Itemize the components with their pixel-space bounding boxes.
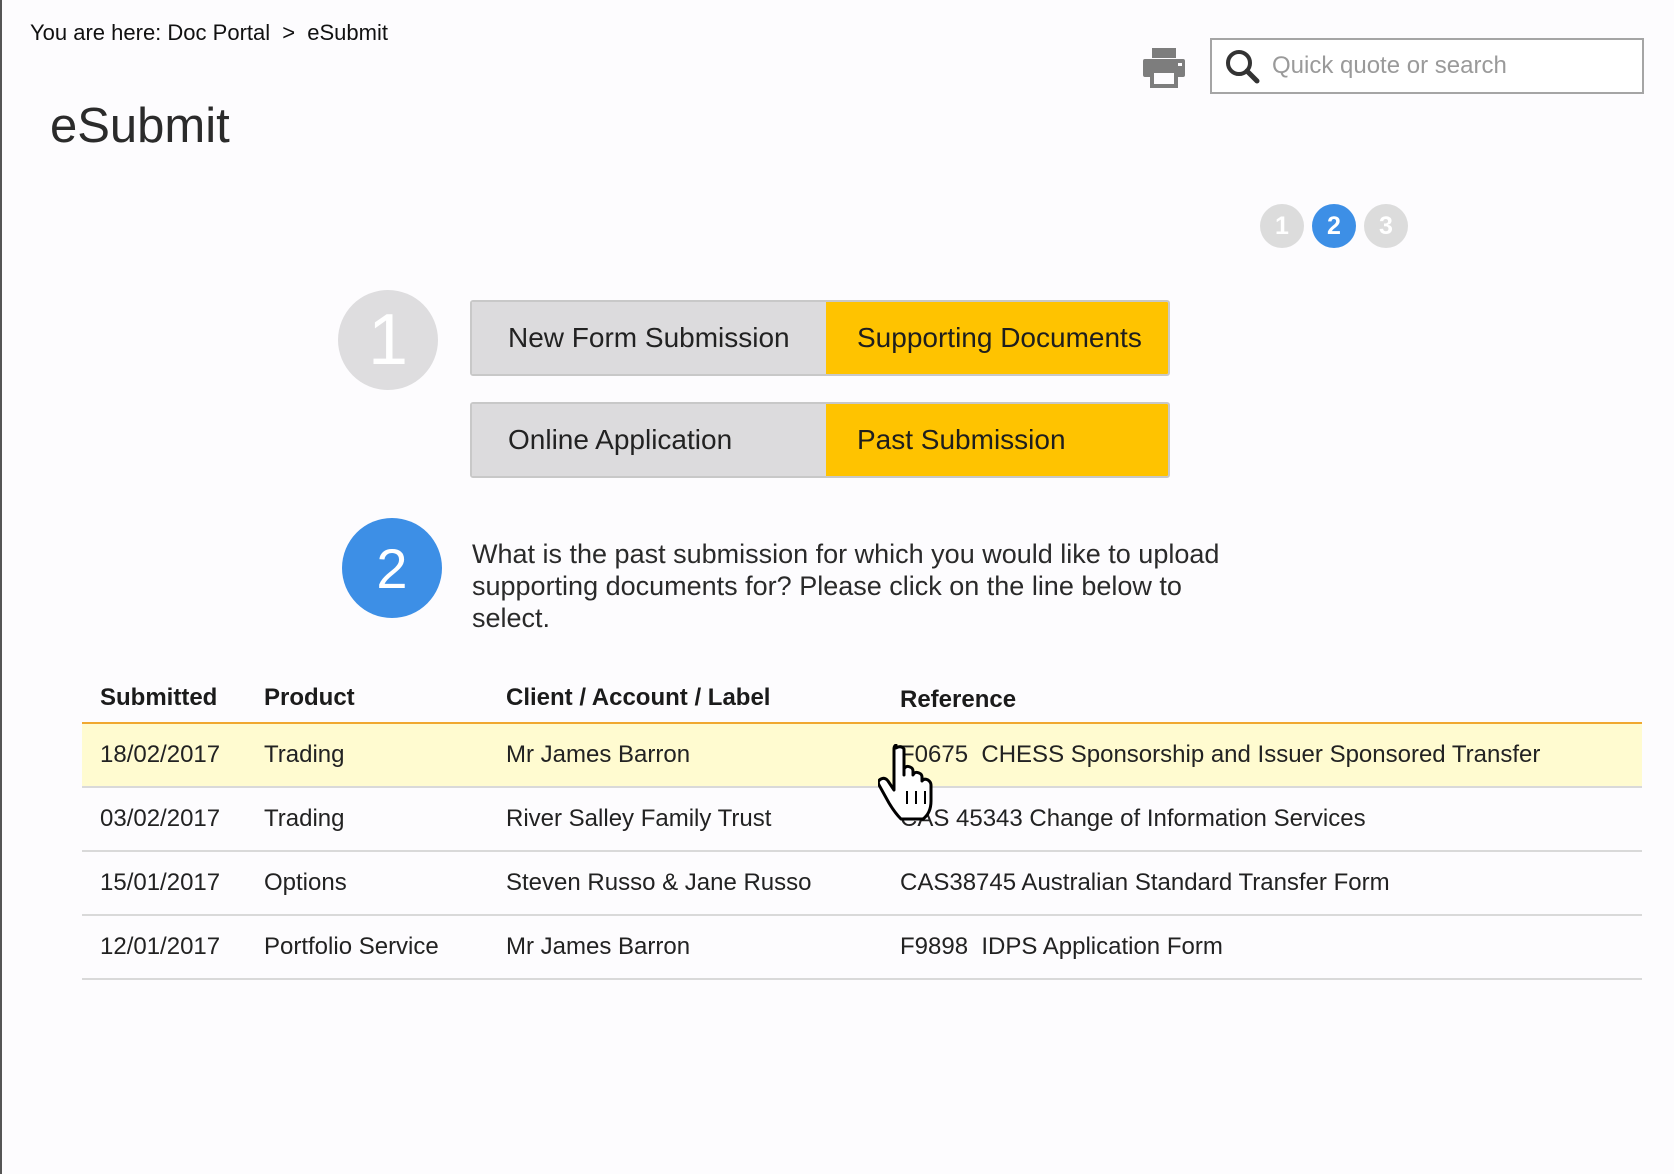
table-row[interactable]: 15/01/2017 Options Steven Russo & Jane R… (82, 852, 1642, 916)
table-row[interactable]: 12/01/2017 Portfolio Service Mr James Ba… (82, 916, 1642, 980)
cell-submitted: 18/02/2017 (100, 741, 221, 768)
cell-client: Steven Russo & Jane Russo (506, 869, 812, 896)
step-dot-3[interactable]: 3 (1364, 204, 1408, 248)
step-dot-2[interactable]: 2 (1312, 204, 1356, 248)
cell-client: Mr James Barron (506, 933, 691, 960)
header-reference: Reference (900, 686, 1017, 713)
header-submitted: Submitted (100, 684, 218, 711)
online-application-option[interactable]: Online Application (472, 404, 826, 476)
cell-reference: CAS 45343 Change of Information Services (900, 805, 1366, 832)
past-submission-option[interactable]: Past Submission (826, 404, 1168, 476)
cell-submitted: 03/02/2017 (100, 805, 221, 832)
cell-reference: CAS38745 Australian Standard Transfer Fo… (900, 869, 1390, 896)
cell-client: River Salley Family Trust (506, 805, 772, 832)
cell-product: Trading (264, 741, 345, 768)
header-client: Client / Account / Label (506, 684, 771, 711)
cell-product: Trading (264, 805, 345, 832)
table-row[interactable]: 18/02/2017 Trading Mr James Barron F0675… (82, 724, 1642, 788)
cell-submitted: 15/01/2017 (100, 869, 221, 896)
step-indicator: 1 2 3 (1260, 204, 1408, 248)
step-1-badge: 1 (338, 290, 438, 390)
breadcrumb-prefix: You are here: (30, 20, 162, 45)
breadcrumb-current: eSubmit (307, 20, 388, 45)
cell-submitted: 12/01/2017 (100, 933, 221, 960)
step-2-question: What is the past submission for which yo… (472, 539, 1220, 633)
step-2-badge: 2 (342, 518, 442, 618)
page-title: eSubmit (50, 99, 230, 153)
cell-product: Options (264, 869, 347, 896)
breadcrumb-separator: > (282, 20, 296, 45)
breadcrumb-link-doc-portal[interactable]: Doc Portal (167, 20, 270, 45)
left-border (0, 0, 2, 1174)
step-dot-1[interactable]: 1 (1260, 204, 1304, 248)
table-row[interactable]: 03/02/2017 Trading River Salley Family T… (82, 788, 1642, 852)
search-box (1210, 38, 1644, 94)
new-form-submission-option[interactable]: New Form Submission (472, 302, 826, 374)
cell-reference: F9898 IDPS Application Form (900, 933, 1223, 960)
cell-product: Portfolio Service (264, 933, 439, 960)
submission-source-toggle: Online Application Past Submission (470, 402, 1170, 478)
search-icon[interactable] (1224, 48, 1260, 84)
page: You are here: Doc Portal > eSubmit eSubm… (0, 0, 1674, 1174)
printer-icon[interactable] (1141, 46, 1187, 88)
table-header: Submitted Product Client / Account / Lab… (82, 674, 1642, 724)
cell-reference: F0675 CHESS Sponsorship and Issuer Spons… (900, 741, 1541, 768)
past-submissions-table: Submitted Product Client / Account / Lab… (82, 674, 1642, 980)
breadcrumb: You are here: Doc Portal > eSubmit (30, 20, 388, 46)
cell-client: Mr James Barron (506, 741, 691, 768)
supporting-documents-option[interactable]: Supporting Documents (826, 302, 1168, 374)
submission-type-toggle: New Form Submission Supporting Documents (470, 300, 1170, 376)
search-input[interactable] (1272, 52, 1632, 80)
header-product: Product (264, 684, 355, 711)
